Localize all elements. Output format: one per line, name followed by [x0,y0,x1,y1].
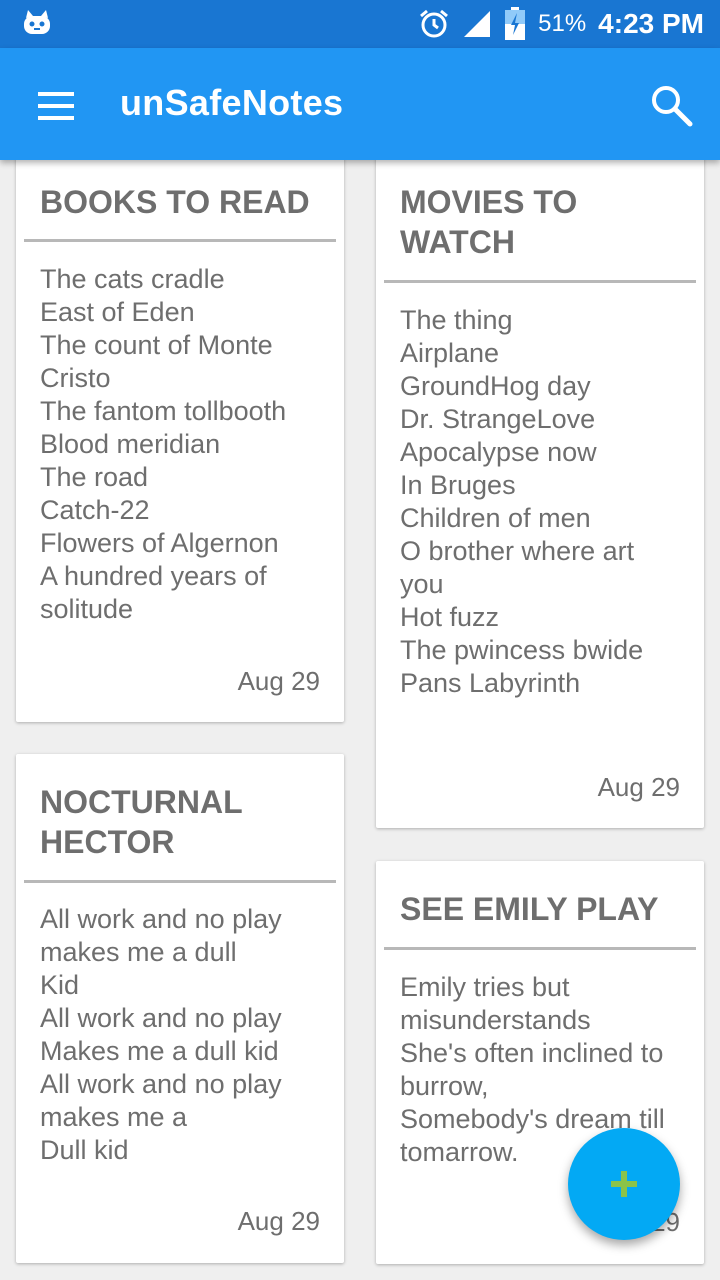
note-divider [24,880,336,883]
app-title: unSafeNotes [120,82,344,123]
note-line: In Bruges [400,470,516,500]
note-line: Blood meridian [40,429,221,459]
note-line: The cats cradle [40,264,225,294]
note-line: you [400,569,444,599]
note-title-line: MOVIES TO [400,184,578,220]
note-card-books[interactable]: BOOKS TO READ The cats cradle East of Ed… [16,150,344,722]
note-line: All work and no play [40,904,282,934]
note-line: Dr. StrangeLove [400,404,596,434]
note-title: SEE EMILY PLAY [400,891,659,927]
note-line: A hundred years of [40,561,267,591]
note-line: Catch-22 [40,495,150,525]
note-body: The cats cradle East of Eden The count o… [40,263,326,626]
note-title-line: NOCTURNAL [40,784,243,820]
note-body: All work and no play makes me a dull Kid… [40,903,326,1167]
note-line: The pwincess bwide [400,635,644,665]
note-line: Children of men [400,503,591,533]
note-line: Cristo [40,363,111,393]
note-line: Dull kid [40,1135,129,1165]
note-divider [24,239,336,242]
note-title: BOOKS TO READ [40,184,310,220]
note-title: NOCTURNAL HECTOR [40,782,243,862]
note-card-nocturnal-hector[interactable]: NOCTURNAL HECTOR All work and no play ma… [16,754,344,1263]
plus-icon [611,1171,637,1197]
app-bar: unSafeNotes [0,48,720,160]
note-line: misunderstands [400,1005,591,1035]
note-date: Aug 29 [237,666,320,696]
note-line: Makes me a dull kid [40,1036,279,1066]
note-line: The count of Monte [40,330,273,360]
note-line: makes me a dull [40,937,237,967]
note-line: All work and no play [40,1003,282,1033]
note-divider [384,947,696,950]
note-date: Aug 29 [237,1206,320,1236]
note-line: She's often inclined to [400,1038,664,1068]
note-line: Apocalypse now [400,437,597,467]
note-title: MOVIES TO WATCH [400,182,577,262]
note-card-movies[interactable]: MOVIES TO WATCH The thing Airplane Groun… [376,150,704,828]
note-line: Emily tries but [400,972,570,1002]
note-line: Hot fuzz [400,602,500,632]
note-line: burrow, [400,1071,489,1101]
notification-icon [24,10,50,34]
note-title-line: HECTOR [40,824,175,860]
note-line: All work and no play [40,1069,282,1099]
signal-icon [464,11,491,37]
note-body: The thing Airplane GroundHog day Dr. Str… [400,304,686,700]
note-line: The fantom tollbooth [40,396,287,426]
menu-icon[interactable] [28,78,84,134]
battery-percent: 51% [538,10,587,37]
battery-icon [505,7,526,40]
note-line: GroundHog day [400,371,591,401]
note-title-line: WATCH [400,224,515,260]
note-line: Airplane [400,338,500,368]
note-date: Aug 29 [597,772,680,802]
note-line: Pans Labyrinth [400,668,581,698]
note-line: Kid [40,970,80,1000]
search-icon[interactable] [644,78,700,134]
note-line: Flowers of Algernon [40,528,279,558]
note-line: The road [40,462,149,492]
note-line: solitude [40,594,134,624]
note-line: makes me a [40,1102,188,1132]
note-line: O brother where art [400,536,635,566]
alarm-icon [420,9,449,38]
status-bar: 51% 4:23 PM [0,0,720,48]
add-note-button[interactable] [568,1128,680,1240]
note-line: East of Eden [40,297,195,327]
note-divider [384,280,696,283]
note-line: The thing [400,305,513,335]
clock: 4:23 PM [598,8,704,39]
